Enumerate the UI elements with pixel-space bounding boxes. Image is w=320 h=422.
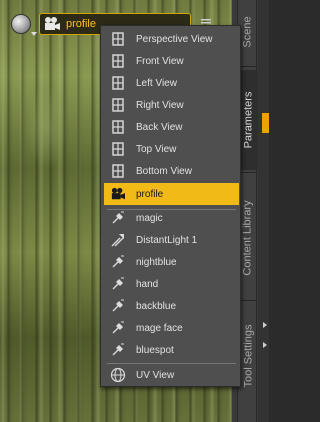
- active-panel-marker: [262, 113, 269, 133]
- menu-item-label: Left View: [136, 77, 177, 89]
- menu-item-label: magic: [136, 212, 163, 224]
- menu-item-label: Right View: [136, 99, 184, 111]
- camera-dropdown-menu: Perspective View Front View Left View Ri…: [100, 25, 241, 387]
- spotlight-icon: [110, 276, 126, 292]
- tab-parameters[interactable]: Parameters: [238, 70, 258, 170]
- expand-arrow-icon[interactable]: [263, 322, 267, 328]
- menu-item-uv-view[interactable]: UV View: [104, 364, 239, 386]
- menu-item-label: UV View: [136, 369, 175, 381]
- movie-camera-icon: [43, 16, 61, 32]
- menu-item-backblue[interactable]: backblue: [104, 295, 239, 317]
- expand-arrow-icon[interactable]: [263, 342, 267, 348]
- menu-item-label: nightblue: [136, 256, 177, 268]
- menu-item-label: DistantLight 1: [136, 234, 198, 246]
- menu-item-right-view[interactable]: Right View: [104, 94, 239, 116]
- menu-item-label: mage face: [136, 322, 183, 334]
- view-grid-icon: [110, 31, 126, 47]
- menu-item-label: bluespot: [136, 344, 174, 356]
- menu-item-label: hand: [136, 278, 159, 290]
- view-grid-icon: [110, 53, 126, 69]
- view-grid-icon: [110, 119, 126, 135]
- menu-item-back-view[interactable]: Back View: [104, 116, 239, 138]
- menu-item-magic[interactable]: magic: [104, 207, 239, 229]
- spotlight-icon: [110, 320, 126, 336]
- menu-item-label: profile: [136, 188, 164, 200]
- menu-item-mage-face[interactable]: mage face: [104, 317, 239, 339]
- menu-item-nightblue[interactable]: nightblue: [104, 251, 239, 273]
- menu-item-front-view[interactable]: Front View: [104, 50, 239, 72]
- tab-tool-settings[interactable]: Tool Settings: [238, 306, 258, 406]
- spotlight-icon: [110, 342, 126, 358]
- view-grid-icon: [110, 75, 126, 91]
- menu-item-bluespot[interactable]: bluespot: [104, 339, 239, 361]
- tab-scene[interactable]: Scene: [238, 0, 258, 64]
- camera-selector-label: profile: [66, 18, 96, 30]
- view-grid-icon: [110, 141, 126, 157]
- menu-item-left-view[interactable]: Left View: [104, 72, 239, 94]
- menu-item-label: Bottom View: [136, 165, 192, 177]
- spotlight-icon: [110, 298, 126, 314]
- tab-divider: [240, 66, 256, 67]
- tab-content-library[interactable]: Content Library: [238, 178, 258, 298]
- distant-light-icon: [110, 232, 126, 248]
- view-grid-icon: [110, 97, 126, 113]
- panel-content-strip: [258, 0, 269, 422]
- tab-divider: [240, 172, 256, 173]
- chevron-down-icon[interactable]: [31, 32, 37, 36]
- camera-orbit-ball-icon[interactable]: [11, 14, 31, 34]
- menu-item-profile[interactable]: profile: [104, 183, 239, 205]
- menu-item-top-view[interactable]: Top View: [104, 138, 239, 160]
- menu-item-label: Back View: [136, 121, 183, 133]
- spotlight-icon: [110, 254, 126, 270]
- menu-item-perspective-view[interactable]: Perspective View: [104, 28, 239, 50]
- menu-item-distantlight-1[interactable]: DistantLight 1: [104, 229, 239, 251]
- menu-item-label: Top View: [136, 143, 177, 155]
- menu-item-hand[interactable]: hand: [104, 273, 239, 295]
- view-grid-icon: [110, 163, 126, 179]
- movie-camera-icon: [110, 186, 126, 202]
- menu-item-label: backblue: [136, 300, 177, 312]
- globe-icon: [110, 367, 126, 383]
- menu-item-bottom-view[interactable]: Bottom View: [104, 160, 239, 182]
- spotlight-icon: [110, 210, 126, 226]
- menu-item-label: Perspective View: [136, 33, 213, 45]
- tab-divider: [240, 300, 256, 301]
- menu-item-label: Front View: [136, 55, 184, 67]
